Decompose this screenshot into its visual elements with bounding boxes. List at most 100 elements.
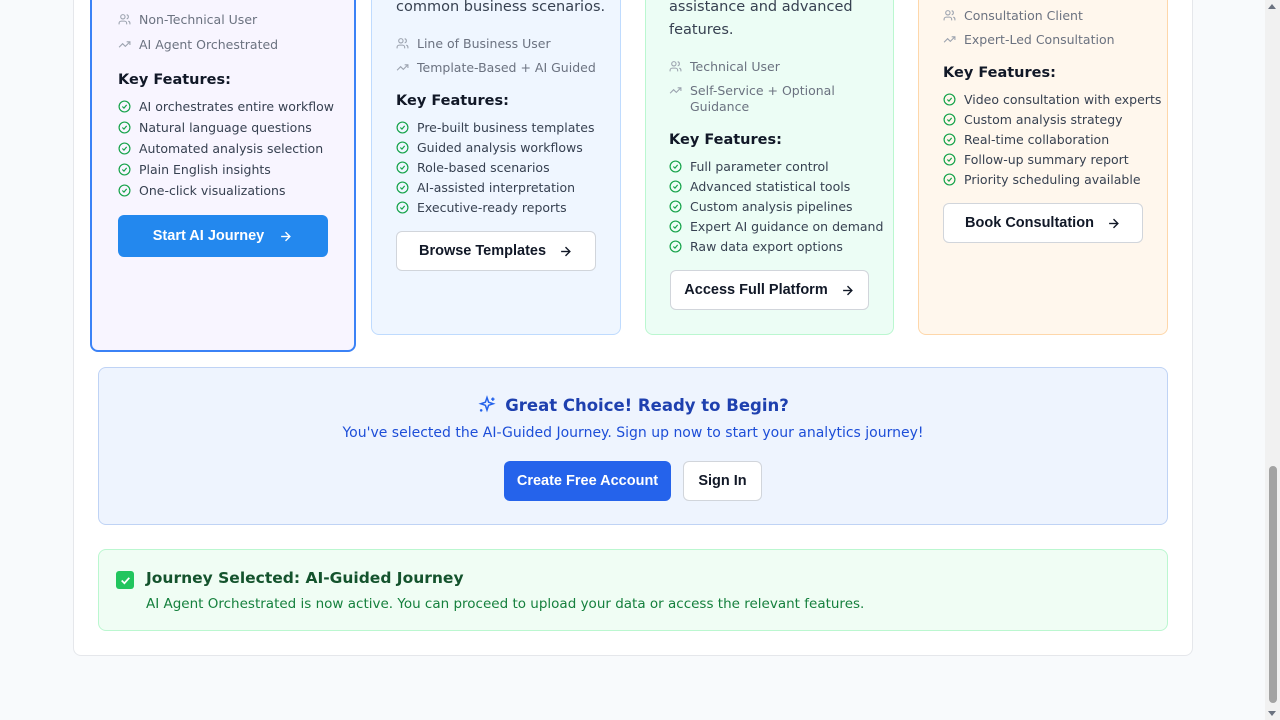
feature-item: Role-based scenarios [396,160,550,175]
key-features-heading: Key Features: [669,132,782,148]
feature-item: Custom analysis strategy [943,112,1123,127]
check-circle-icon [943,93,956,106]
feature-item: Real-time collaboration [943,132,1109,147]
users-icon [396,38,409,49]
journey-selected-banner: Journey Selected: AI-Guided Journey AI A… [98,549,1168,631]
feature-item: Advanced statistical tools [669,179,850,194]
browse-templates-button[interactable]: Browse Templates [396,231,596,271]
check-circle-icon [396,181,409,194]
check-circle-icon [943,113,956,126]
feature-item: Follow-up summary report [943,152,1129,167]
audience-label: Technical User [690,59,780,74]
arrow-right-icon [281,231,292,241]
button-label: Access Full Platform [684,282,828,298]
book-consultation-button[interactable]: Book Consultation [943,203,1143,243]
cta-title: Great Choice! Ready to Begin? [505,395,789,415]
scroll-thumb[interactable] [1269,466,1277,703]
audience-label: Consultation Client [964,8,1083,23]
check-circle-icon [118,121,131,134]
check-circle-icon [396,201,409,214]
arrow-right-icon [1109,218,1119,228]
audience-label: Non-Technical User [139,12,258,27]
check-circle-icon [669,220,682,233]
scroll-up-arrow-icon[interactable] [1268,4,1276,9]
journey-card-consultation[interactable]: Consultation Client Expert-Led Consultat… [918,0,1168,335]
check-circle-icon [669,240,682,253]
check-box-icon [116,571,134,589]
mode-row: AI Agent Orchestrated [118,37,278,53]
sign-in-button[interactable]: Sign In [683,461,762,501]
selected-title: Journey Selected: AI-Guided Journey [146,569,464,587]
mode-label: Expert-Led Consultation [964,32,1115,47]
cta-title-row: Great Choice! Ready to Begin? [99,395,1167,415]
audience-label: Line of Business User [417,36,551,51]
page-scrollbar[interactable] [1265,0,1280,720]
feature-item: Guided analysis workflows [396,140,583,155]
create-free-account-button[interactable]: Create Free Account [504,461,671,501]
feature-item: AI-assisted interpretation [396,180,575,195]
access-full-platform-button[interactable]: Access Full Platform [670,270,869,310]
feature-item: Expert AI guidance on demand [669,219,883,234]
button-label: Start AI Journey [152,228,265,244]
key-features-heading: Key Features: [943,65,1056,81]
start-ai-journey-button[interactable]: Start AI Journey [118,215,328,257]
audience-row: Technical User [669,59,780,75]
feature-item: AI orchestrates entire workflow [118,99,334,114]
audience-row: Consultation Client [943,8,1083,24]
feature-item: Full parameter control [669,159,829,174]
button-label: Book Consultation [965,215,1094,231]
journey-card-ai-guided[interactable]: Non-Technical User AI Agent Orchestrated… [90,0,356,352]
signup-cta-panel: Great Choice! Ready to Begin? You've sel… [98,367,1168,525]
check-circle-icon [943,153,956,166]
arrow-right-icon [561,246,571,256]
feature-item: Priority scheduling available [943,172,1141,187]
mode-label: Template-Based + AI Guided [417,60,596,75]
journey-card-template-based[interactable]: common business scenarios. Line of Busin… [371,0,621,335]
feature-item: One-click visualizations [118,183,285,198]
trending-up-icon [118,41,131,48]
feature-item: Custom analysis pipelines [669,199,853,214]
users-icon [943,10,956,21]
feature-item: Raw data export options [669,239,843,254]
feature-item: Pre-built business templates [396,120,594,135]
mode-row: Expert-Led Consultation [943,32,1115,48]
check-circle-icon [118,163,131,176]
feature-item: Automated analysis selection [118,141,323,156]
sparkles-icon [478,395,496,413]
mode-row: Template-Based + AI Guided [396,60,596,76]
cta-subtitle: You've selected the AI-Guided Journey. S… [342,425,924,441]
scroll-down-arrow-icon[interactable] [1268,711,1276,716]
card-description: features. [669,22,734,38]
check-circle-icon [396,161,409,174]
check-circle-icon [669,200,682,213]
users-icon [118,14,131,25]
feature-item: Executive-ready reports [396,200,567,215]
users-icon [669,61,682,72]
feature-item: Plain English insights [118,162,271,177]
check-circle-icon [943,173,956,186]
check-circle-icon [396,121,409,134]
journey-card-self-service[interactable]: assistance and advanced features. Techni… [645,0,894,335]
arrow-right-icon [842,285,853,295]
check-circle-icon [118,100,131,113]
selected-subtitle: AI Agent Orchestrated is now active. You… [146,596,865,612]
feature-item: Natural language questions [118,120,312,135]
trending-up-icon [669,87,682,94]
feature-item: Video consultation with experts [943,92,1161,107]
audience-row: Non-Technical User [118,12,257,28]
button-label: Browse Templates [418,243,547,259]
key-features-heading: Key Features: [118,72,231,88]
card-description: assistance and advanced [669,0,853,15]
check-circle-icon [669,180,682,193]
mode-row: Self-Service + Optional Guidance [669,83,835,115]
check-circle-icon [118,142,131,155]
trending-up-icon [396,64,409,71]
check-circle-icon [943,133,956,146]
mode-label: AI Agent Orchestrated [139,37,279,52]
key-features-heading: Key Features: [396,93,509,109]
trending-up-icon [943,36,956,43]
mode-label: Self-Service + Optional Guidance [690,83,835,114]
check-circle-icon [118,184,131,197]
audience-row: Line of Business User [396,36,551,52]
check-circle-icon [669,160,682,173]
